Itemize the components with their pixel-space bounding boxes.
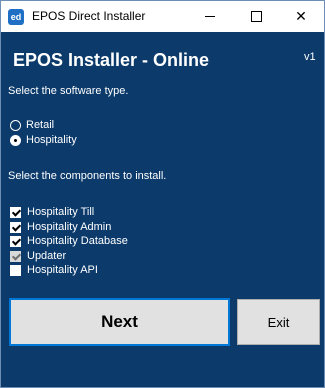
radio-hospitality[interactable]: Hospitality: [10, 133, 77, 147]
app-icon: ed: [8, 9, 24, 25]
minimize-button[interactable]: [187, 1, 233, 32]
close-icon: ✕: [295, 8, 307, 24]
next-button[interactable]: Next: [9, 298, 230, 346]
components-prompt: Select the components to install.: [8, 170, 167, 182]
title-bar[interactable]: ed EPOS Direct Installer ✕: [1, 1, 324, 32]
component-hospitality-api[interactable]: Hospitality API: [10, 263, 98, 277]
exit-button[interactable]: Exit: [237, 299, 320, 345]
component-hospitality-till[interactable]: Hospitality Till: [10, 205, 94, 219]
component-hospitality-admin[interactable]: Hospitality Admin: [10, 220, 111, 234]
radio-label-hospitality: Hospitality: [26, 134, 77, 146]
radio-retail[interactable]: Retail: [10, 118, 54, 132]
window-title: EPOS Direct Installer: [32, 9, 146, 23]
checkbox-label: Hospitality Admin: [27, 221, 112, 233]
radio-button-retail[interactable]: [10, 119, 21, 131]
checkbox-label: Updater: [27, 250, 67, 262]
maximize-button[interactable]: [233, 1, 279, 32]
checkbox-label: Hospitality Database: [27, 235, 128, 247]
radio-label-retail: Retail: [26, 119, 55, 131]
checkbox-hospitality-database[interactable]: [10, 235, 21, 247]
checkbox-hospitality-till[interactable]: [10, 206, 21, 218]
version-label: v1: [304, 51, 316, 63]
page-title: EPOS Installer - Online: [13, 50, 210, 70]
minimize-icon: [205, 16, 215, 17]
maximize-icon: [250, 11, 262, 22]
installer-window: ed EPOS Direct Installer ✕ EPOS Installe…: [0, 0, 325, 388]
software-type-prompt: Select the software type.: [8, 85, 129, 97]
checkbox-label: Hospitality API: [27, 264, 98, 276]
checkbox-label: Hospitality Till: [27, 206, 95, 218]
radio-button-hospitality[interactable]: [10, 134, 21, 146]
component-updater: Updater: [10, 249, 66, 263]
component-hospitality-database[interactable]: Hospitality Database: [10, 234, 128, 248]
checkbox-updater: [10, 250, 21, 262]
checkbox-hospitality-api[interactable]: [10, 264, 21, 276]
checkbox-hospitality-admin[interactable]: [10, 221, 21, 233]
close-button[interactable]: ✕: [278, 1, 324, 32]
